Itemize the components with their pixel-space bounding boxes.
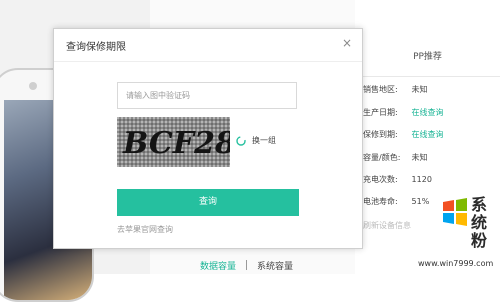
info-label: 充电次数: xyxy=(363,175,398,184)
captcha-image: BCF28 xyxy=(117,117,230,167)
info-label: 电池寿命: xyxy=(363,197,398,206)
phone-camera-dot xyxy=(29,82,37,90)
refresh-device-info-label: 刷新设备信息 xyxy=(363,221,411,230)
info-value: 未知 xyxy=(411,153,428,162)
close-icon[interactable]: × xyxy=(342,36,352,50)
captcha-text: BCF28 xyxy=(122,126,230,161)
watermark-site-url: www.win7999.com xyxy=(418,259,494,268)
info-row-capacity: 容量/颜色: 未知 xyxy=(363,152,500,164)
tab-system-capacity[interactable]: 系统容量 xyxy=(257,262,293,272)
online-query-link[interactable]: 在线查询 xyxy=(412,108,444,117)
info-label: 生产日期: xyxy=(363,108,398,117)
info-row-production-date: 生产日期: 在线查询 xyxy=(363,107,500,119)
info-value: 1120 xyxy=(411,175,432,184)
info-label: 容量/颜色: xyxy=(363,153,401,162)
info-label: 保修到期: xyxy=(363,130,398,139)
refresh-icon[interactable] xyxy=(236,136,246,146)
info-label: 销售地区: xyxy=(363,85,398,94)
windows-logo-icon xyxy=(443,198,467,226)
info-row-warranty: 保修到期: 在线查询 xyxy=(363,129,500,141)
online-query-link[interactable]: 在线查询 xyxy=(412,130,444,139)
pp-recommend-header[interactable]: PP推荐 xyxy=(355,38,500,77)
tab-divider xyxy=(246,260,248,270)
warranty-query-dialog: 查询保修期限 × 请输入图中验证码 BCF28 换一组 查询 去苹果官网查询 xyxy=(53,28,363,249)
info-value: 51% xyxy=(411,197,430,206)
query-button[interactable]: 查询 xyxy=(117,189,299,216)
info-value: 未知 xyxy=(411,85,428,94)
watermark-site-name: 系统粉 xyxy=(471,195,488,250)
apple-site-query-link[interactable]: 去苹果官网查询 xyxy=(117,224,173,235)
dialog-title: 查询保修期限 xyxy=(66,42,126,53)
tab-data-capacity[interactable]: 数据容量 xyxy=(200,262,236,272)
info-row-charge-count: 充电次数: 1120 xyxy=(363,174,500,186)
capacity-tabs: 数据容量 系统容量 xyxy=(200,259,293,272)
info-row-region: 销售地区: 未知 xyxy=(363,84,500,96)
captcha-input[interactable]: 请输入图中验证码 xyxy=(117,82,297,109)
refresh-captcha-button[interactable]: 换一组 xyxy=(252,135,276,146)
dialog-divider xyxy=(54,61,362,62)
